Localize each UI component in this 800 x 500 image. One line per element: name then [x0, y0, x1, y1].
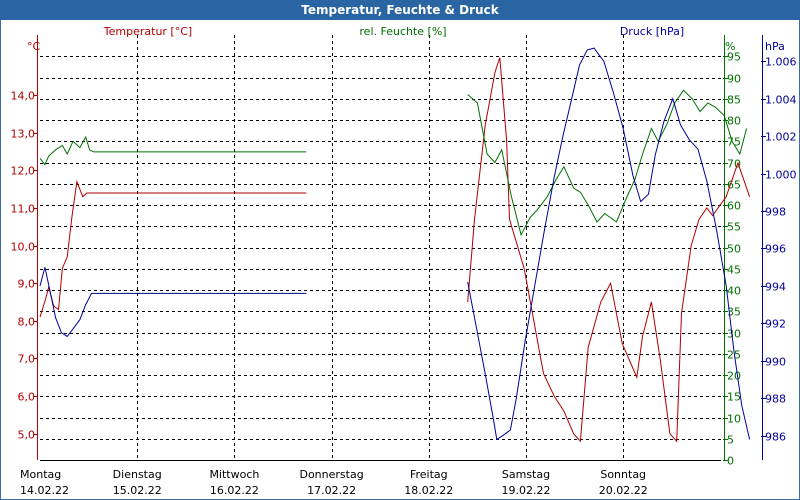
- temperature-axis-title: Temperatur [°C]: [103, 25, 192, 38]
- x-tick-label-date: 14.02.22: [20, 484, 69, 497]
- temperature-tick-label: 9,0: [18, 278, 36, 291]
- humidity-tick-label: 5: [727, 434, 734, 447]
- pressure-tick-label: 1.006: [765, 56, 797, 69]
- humidity-tick-label: 50: [727, 243, 741, 256]
- x-tick-label-day: Sonntag: [600, 468, 646, 481]
- pressure-series: [39, 47, 751, 441]
- temperature-line-segment: [39, 179, 307, 318]
- humidity-tick-label: 90: [727, 73, 741, 86]
- temperature-tick-label: 10,0: [11, 241, 36, 254]
- humidity-tick-label: 20: [727, 370, 741, 383]
- pressure-tick-label: 996: [765, 243, 786, 256]
- pressure-line-segment: [39, 267, 307, 338]
- x-tick-label-date: 17.02.22: [307, 484, 356, 497]
- humidity-unit-label: %: [725, 40, 735, 53]
- temperature-series: [39, 57, 751, 443]
- pressure-axis-title: Druck [hPa]: [620, 25, 684, 38]
- temperature-line-segment: [467, 57, 751, 443]
- humidity-tick-label: 10: [727, 413, 741, 426]
- pressure-tick-label: 986: [765, 431, 786, 444]
- x-tick-label-day: Dienstag: [113, 468, 162, 481]
- pressure-tick-label: 1.000: [765, 169, 797, 182]
- pressure-tick-label: 990: [765, 356, 786, 369]
- temperature-tick-label: 8,0: [18, 316, 36, 329]
- temperature-tick-label: 12,0: [11, 165, 36, 178]
- humidity-tick-label: 45: [727, 264, 741, 277]
- x-tick-label-day: Donnerstag: [299, 468, 363, 481]
- humidity-tick-label: 55: [727, 221, 741, 234]
- x-tick-label-day: Freitag: [410, 468, 448, 481]
- x-tick-label-date: 20.02.22: [599, 484, 648, 497]
- temperature-unit-label: °C: [27, 40, 41, 53]
- pressure-tick-label: 998: [765, 206, 786, 219]
- x-tick-label-date: 18.02.22: [404, 484, 453, 497]
- temperature-tick-label: 13,0: [11, 128, 36, 141]
- pressure-tick-label: 1.002: [765, 131, 797, 144]
- temperature-tick-label: 5,0: [18, 429, 36, 442]
- humidity-tick-label: 70: [727, 158, 741, 171]
- humidity-tick-label: 85: [727, 94, 741, 107]
- pressure-tick-label: 992: [765, 318, 786, 331]
- x-tick-label-day: Samstag: [502, 468, 550, 481]
- x-tick-label-day: Montag: [20, 468, 61, 481]
- humidity-tick-label: 0: [727, 455, 734, 468]
- chart-canvas: 5,0 6,0 7,0 8,0 9,0 10,0 11,0 12,0 13,0 14,0 °C 0 5 1…: [11, 25, 797, 497]
- humidity-tick-label: 30: [727, 328, 741, 341]
- x-tick-label-date: 16.02.22: [210, 484, 259, 497]
- temperature-tick-label: 11,0: [11, 203, 36, 216]
- humidity-tick-label: 80: [727, 115, 741, 128]
- gridlines: [40, 35, 721, 460]
- pressure-tick-label: 988: [765, 393, 786, 406]
- pressure-tick-label: 1.004: [765, 94, 797, 107]
- x-tick-label-date: 19.02.22: [502, 484, 551, 497]
- x-tick-label-date: 15.02.22: [113, 484, 162, 497]
- pressure-unit-label: hPa: [765, 40, 785, 53]
- humidity-series: [39, 89, 748, 237]
- humidity-tick-label: 60: [727, 200, 741, 213]
- humidity-axis-title: rel. Feuchte [%]: [359, 25, 446, 38]
- humidity-tick-label: 15: [727, 391, 741, 404]
- temperature-tick-label: 14,0: [11, 90, 36, 103]
- x-tick-label-day: Mittwoch: [209, 468, 259, 481]
- humidity-tick-label: 75: [727, 136, 741, 149]
- pressure-tick-label: 994: [765, 281, 786, 294]
- temperature-tick-label: 7,0: [18, 353, 36, 366]
- temperature-tick-label: 6,0: [18, 391, 36, 404]
- humidity-tick-label: 40: [727, 285, 741, 298]
- pressure-line-segment: [467, 47, 751, 441]
